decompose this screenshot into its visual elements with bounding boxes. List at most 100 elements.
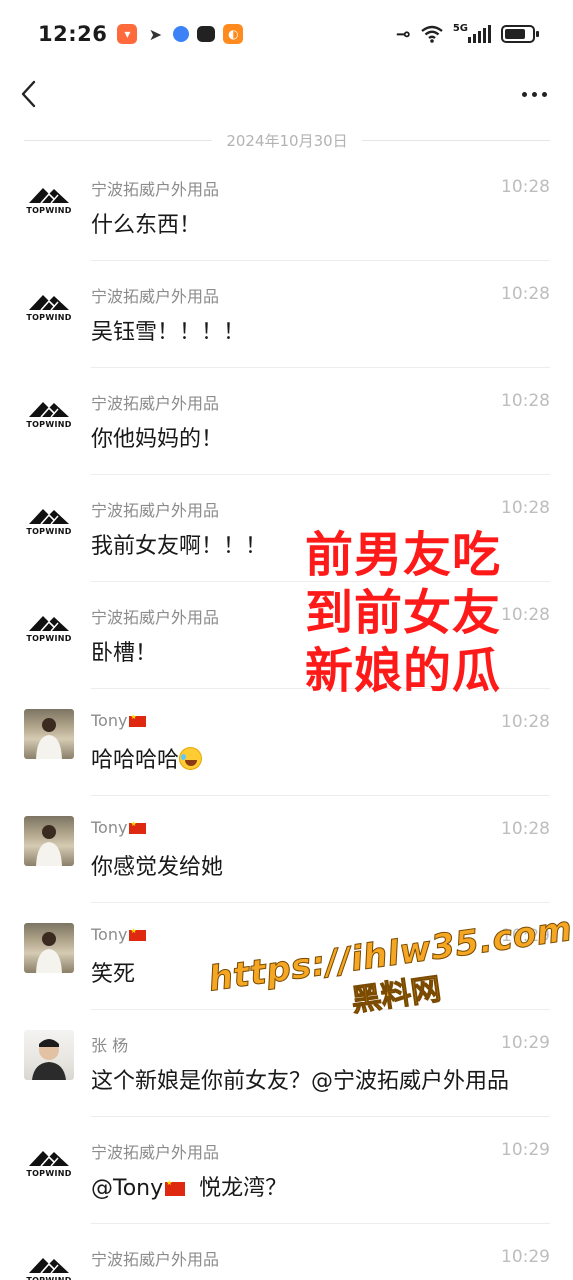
person-photo-icon xyxy=(36,932,62,973)
china-flag-icon xyxy=(129,927,147,941)
mountain-logo-icon xyxy=(29,616,69,632)
mountain-logo-icon xyxy=(29,295,69,311)
message-row[interactable]: TOPWIND 宁波拓威户外用品 10:29 @Tony 悦龙湾？ xyxy=(0,1117,573,1224)
message-text: 吴钰雪！！！！ xyxy=(91,314,245,346)
message-text-content: 这个新娘是你前女友？@宁波拓威户外用品 xyxy=(91,1069,510,1094)
more-dots-icon xyxy=(521,91,527,97)
key-icon: ⊸ xyxy=(395,23,411,45)
sender-name: Tony xyxy=(91,711,147,730)
message-row[interactable]: Tony 10:28 哈哈哈哈 xyxy=(0,689,573,796)
china-flag-icon xyxy=(129,713,147,727)
avatar[interactable]: TOPWIND xyxy=(24,388,74,438)
message-row[interactable]: TOPWIND 宁波拓威户外用品 10:28 什么东西！ xyxy=(0,154,573,261)
mountain-logo-icon xyxy=(29,1258,69,1274)
message-text-content: 你他妈妈的！ xyxy=(91,427,224,452)
mountain-logo-icon xyxy=(29,188,69,204)
sender-name-text: 张 杨 xyxy=(91,1036,129,1055)
sender-name: 宁波拓威户外用品 xyxy=(91,176,219,200)
message-text-content: @Tony xyxy=(91,1176,164,1201)
message-time: 10:28 xyxy=(501,605,550,625)
message-row[interactable]: TOPWIND 宁波拓威户外用品 10:28 吴钰雪！！！！ xyxy=(0,261,573,368)
message-row[interactable]: Tony 10:28 你感觉发给她 xyxy=(0,796,573,903)
status-time: 12:26 xyxy=(38,22,108,46)
overlay-caption: 前男友吃 到前女友 新娘的瓜 xyxy=(305,526,501,700)
sender-name: Tony xyxy=(91,925,147,944)
message-text-content: 笑死 xyxy=(91,962,136,987)
message-text-content: 我前女友啊！！！ xyxy=(91,534,268,559)
sender-name-text: Tony xyxy=(91,711,128,730)
orange-app-icon: ◐ xyxy=(223,24,244,44)
divider-line xyxy=(24,140,213,141)
message-time: 10:28 xyxy=(501,819,550,839)
message-text: 这个新娘是你前女友？@宁波拓威户外用品 xyxy=(91,1063,509,1095)
more-options-button[interactable] xyxy=(519,78,549,110)
mountain-logo-icon xyxy=(29,509,69,525)
china-flag-icon xyxy=(129,820,147,834)
avatar[interactable]: TOPWIND xyxy=(24,174,74,224)
sender-name-text: Tony xyxy=(91,818,128,837)
date-separator: 2024年10月30日 xyxy=(24,130,551,151)
laughing-tears-icon xyxy=(179,747,203,770)
avatar[interactable] xyxy=(24,816,74,866)
sender-name-text: 宁波拓威户外用品 xyxy=(91,608,220,627)
message-text: 我前女友啊！！！ xyxy=(91,528,267,560)
sender-name: 宁波拓威户外用品 xyxy=(91,1246,219,1270)
message-row[interactable]: TOPWIND 宁波拓威户外用品 10:29 xyxy=(0,1224,573,1280)
caption-line: 到前女友 xyxy=(305,585,502,641)
network-type: 5G xyxy=(452,22,468,34)
logo-text: TOPWIND xyxy=(26,1276,71,1280)
logo-text: TOPWIND xyxy=(26,1169,72,1178)
avatar[interactable]: TOPWIND xyxy=(24,281,74,331)
logo-text: TOPWIND xyxy=(26,634,72,643)
message-text-content: 什么东西！ xyxy=(91,213,202,238)
person-photo-icon xyxy=(36,718,62,759)
person-photo-icon xyxy=(32,1039,66,1080)
chevron-left-icon xyxy=(21,80,36,108)
message-text-content: 吴钰雪！！！！ xyxy=(91,320,246,345)
message-time: 10:28 xyxy=(501,712,550,732)
avatar[interactable]: TOPWIND xyxy=(24,495,74,545)
status-bar: 12:26 ▾ ➤ ◐ ⊸ 5G xyxy=(0,0,573,68)
message-text: 你他妈妈的！ xyxy=(91,421,223,453)
status-app-icons: ▾ ➤ ◐ xyxy=(117,24,244,44)
message-time: 10:29 xyxy=(501,1247,550,1267)
back-button[interactable] xyxy=(18,78,42,110)
message-time: 10:29 xyxy=(501,1140,550,1160)
message-time: 10:28 xyxy=(501,177,550,197)
avatar[interactable] xyxy=(24,923,74,973)
sender-name: 宁波拓威户外用品 xyxy=(91,604,219,628)
sender-name: 宁波拓威户外用品 xyxy=(91,390,219,414)
sender-name-text: 宁波拓威户外用品 xyxy=(91,501,220,520)
telegram-icon: ➤ xyxy=(148,24,163,44)
avatar[interactable]: TOPWIND xyxy=(24,602,74,652)
china-flag-icon xyxy=(165,1179,186,1196)
logo-text: TOPWIND xyxy=(26,313,72,322)
person-photo-icon xyxy=(36,825,62,866)
avatar[interactable]: TOPWIND xyxy=(24,1244,74,1280)
message-time: 10:28 xyxy=(501,391,550,411)
sender-name-text: 宁波拓威户外用品 xyxy=(91,1250,220,1269)
app-notification-icon: ▾ xyxy=(117,24,138,44)
sender-name-text: 宁波拓威户外用品 xyxy=(91,180,220,199)
browser-icon xyxy=(173,26,190,42)
sender-name: 宁波拓威户外用品 xyxy=(91,497,219,521)
message-row[interactable]: TOPWIND 宁波拓威户外用品 10:28 你他妈妈的！ xyxy=(0,368,573,475)
avatar[interactable]: TOPWIND xyxy=(24,1137,74,1187)
caption-line: 前男友吃 xyxy=(305,527,502,583)
sender-name-text: 宁波拓威户外用品 xyxy=(91,1143,220,1162)
message-text-content: 哈哈哈哈 xyxy=(91,748,180,773)
avatar[interactable] xyxy=(24,1030,74,1080)
message-text-content: 卧槽！ xyxy=(91,641,158,666)
sender-name: 张 杨 xyxy=(91,1032,128,1056)
logo-text: TOPWIND xyxy=(26,527,72,536)
sender-name: 宁波拓威户外用品 xyxy=(91,283,219,307)
avatar[interactable] xyxy=(24,709,74,759)
message-text: 什么东西！ xyxy=(91,207,201,239)
message-time: 10:29 xyxy=(501,1033,550,1053)
message-text: 卧槽！ xyxy=(91,635,157,667)
message-text: 笑死 xyxy=(91,956,135,988)
sender-name-text: 宁波拓威户外用品 xyxy=(91,287,220,306)
logo-text: TOPWIND xyxy=(26,420,72,429)
sender-name-text: 宁波拓威户外用品 xyxy=(91,394,220,413)
date-label: 2024年10月30日 xyxy=(226,132,348,150)
